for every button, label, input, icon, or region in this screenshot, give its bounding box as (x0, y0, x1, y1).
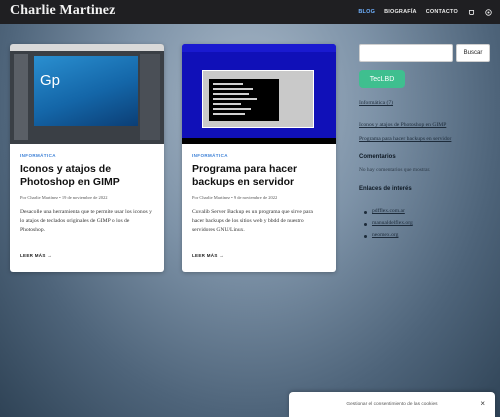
comments-heading: Comentarios (359, 154, 396, 160)
gimp-dock (140, 54, 160, 140)
mastodon-icon[interactable] (467, 8, 475, 16)
bullet-icon (364, 211, 367, 214)
top-navigation-bar: Charlie Martinez BLOG BIOGRAFÍA CONTACTO (0, 0, 500, 24)
comments-text: No hay comentarios que mostrar. (359, 167, 431, 173)
post-excerpt: Cuvalib Server Backup es un programa que… (192, 209, 313, 233)
site-title[interactable]: Charlie Martinez (10, 3, 115, 19)
gimp-canvas (34, 56, 138, 126)
terminal-dialog (202, 70, 314, 128)
close-icon[interactable]: × (480, 400, 485, 408)
search-input[interactable] (359, 44, 453, 62)
link-item[interactable]: neomex.org (372, 232, 398, 238)
nav-item-blog[interactable]: BLOG (358, 9, 375, 15)
read-more-link[interactable]: LEER MÁS → (192, 253, 224, 258)
gimp-splash-text: Gp (40, 72, 61, 89)
post-meta: Por Charlie Martínez • 19 de noviembre d… (20, 195, 108, 200)
github-icon[interactable] (484, 8, 492, 16)
tecl-badge[interactable]: TecLBD (359, 70, 405, 88)
gimp-toolbox (14, 54, 28, 140)
gimp-menubar (10, 44, 164, 51)
recent-post-link[interactable]: Programa para hacer backups en servidor (359, 136, 451, 142)
links-heading: Enlaces de interés (359, 186, 412, 192)
post-card: INFORMÁTICA Programa para hacer backups … (182, 44, 336, 272)
cookie-consent-banner[interactable]: Gestionar el consentimiento de las cooki… (289, 392, 495, 417)
post-meta: Por Charlie Martínez • 9 de noviembre de… (192, 195, 278, 200)
read-more-link[interactable]: LEER MÁS → (20, 253, 52, 258)
post-category[interactable]: INFORMÁTICA (20, 153, 154, 158)
post-thumbnail[interactable]: Gp (10, 44, 164, 144)
terminal-file-list (209, 79, 279, 121)
search-button[interactable]: Buscar (456, 44, 490, 62)
nav-item-biografia[interactable]: BIOGRAFÍA (384, 9, 417, 15)
terminal-status-bar (182, 138, 336, 144)
post-card: Gp INFORMÁTICA Iconos y atajos de Photos… (10, 44, 164, 272)
post-title[interactable]: Programa para hacer backups en servidor (192, 163, 326, 188)
bullet-icon (364, 223, 367, 226)
category-link[interactable]: Informática (7) (359, 100, 393, 106)
recent-post-link[interactable]: Iconos y atajos de Photoshop en GIMP (359, 122, 446, 128)
post-thumbnail[interactable] (182, 44, 336, 144)
bullet-icon (364, 235, 367, 238)
main-nav: BLOG BIOGRAFÍA CONTACTO (358, 0, 492, 24)
post-excerpt: Desacolle una herramienta que te permite… (20, 209, 152, 233)
cookie-consent-text[interactable]: Gestionar el consentimiento de las cooki… (346, 402, 437, 407)
link-item[interactable]: manualdelflex.org (372, 220, 413, 226)
nav-item-contacto[interactable]: CONTACTO (426, 9, 458, 15)
post-title[interactable]: Iconos y atajos de Photoshop en GIMP (20, 163, 154, 188)
post-category[interactable]: INFORMÁTICA (192, 153, 326, 158)
terminal-title-bar (182, 44, 336, 52)
link-item[interactable]: pdfflex.com.ar (372, 208, 405, 214)
